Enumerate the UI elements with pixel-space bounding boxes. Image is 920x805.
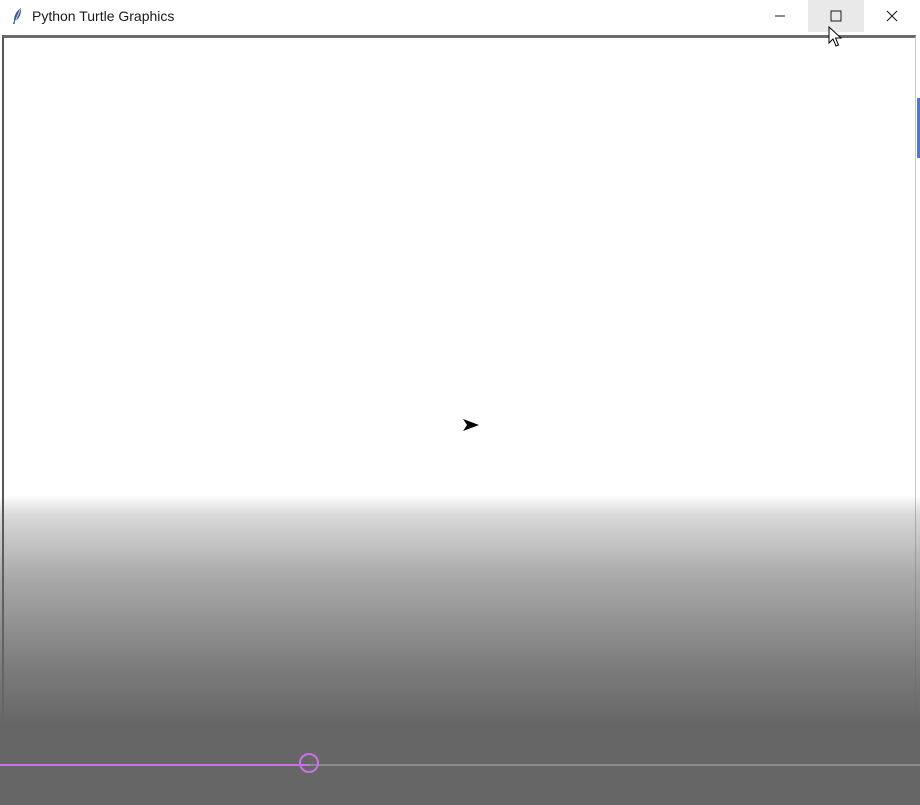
turtle-window: Python Turtle Graphics	[0, 0, 920, 805]
scrubber-handle[interactable]	[299, 753, 319, 773]
close-icon	[886, 10, 898, 22]
turtle-canvas-frame	[2, 35, 916, 805]
scrubber-progress	[0, 764, 310, 766]
window-title: Python Turtle Graphics	[32, 8, 175, 24]
minimize-button[interactable]	[752, 0, 808, 32]
close-button[interactable]	[864, 0, 920, 32]
mouse-cursor-icon	[828, 26, 842, 47]
feather-icon	[10, 7, 24, 25]
turtle-arrow-icon	[463, 419, 479, 431]
video-scrubber[interactable]	[0, 752, 920, 778]
turtle-canvas[interactable]	[4, 38, 915, 805]
maximize-icon	[830, 10, 842, 22]
minimize-icon	[775, 15, 785, 17]
title-bar[interactable]: Python Turtle Graphics	[0, 0, 920, 32]
